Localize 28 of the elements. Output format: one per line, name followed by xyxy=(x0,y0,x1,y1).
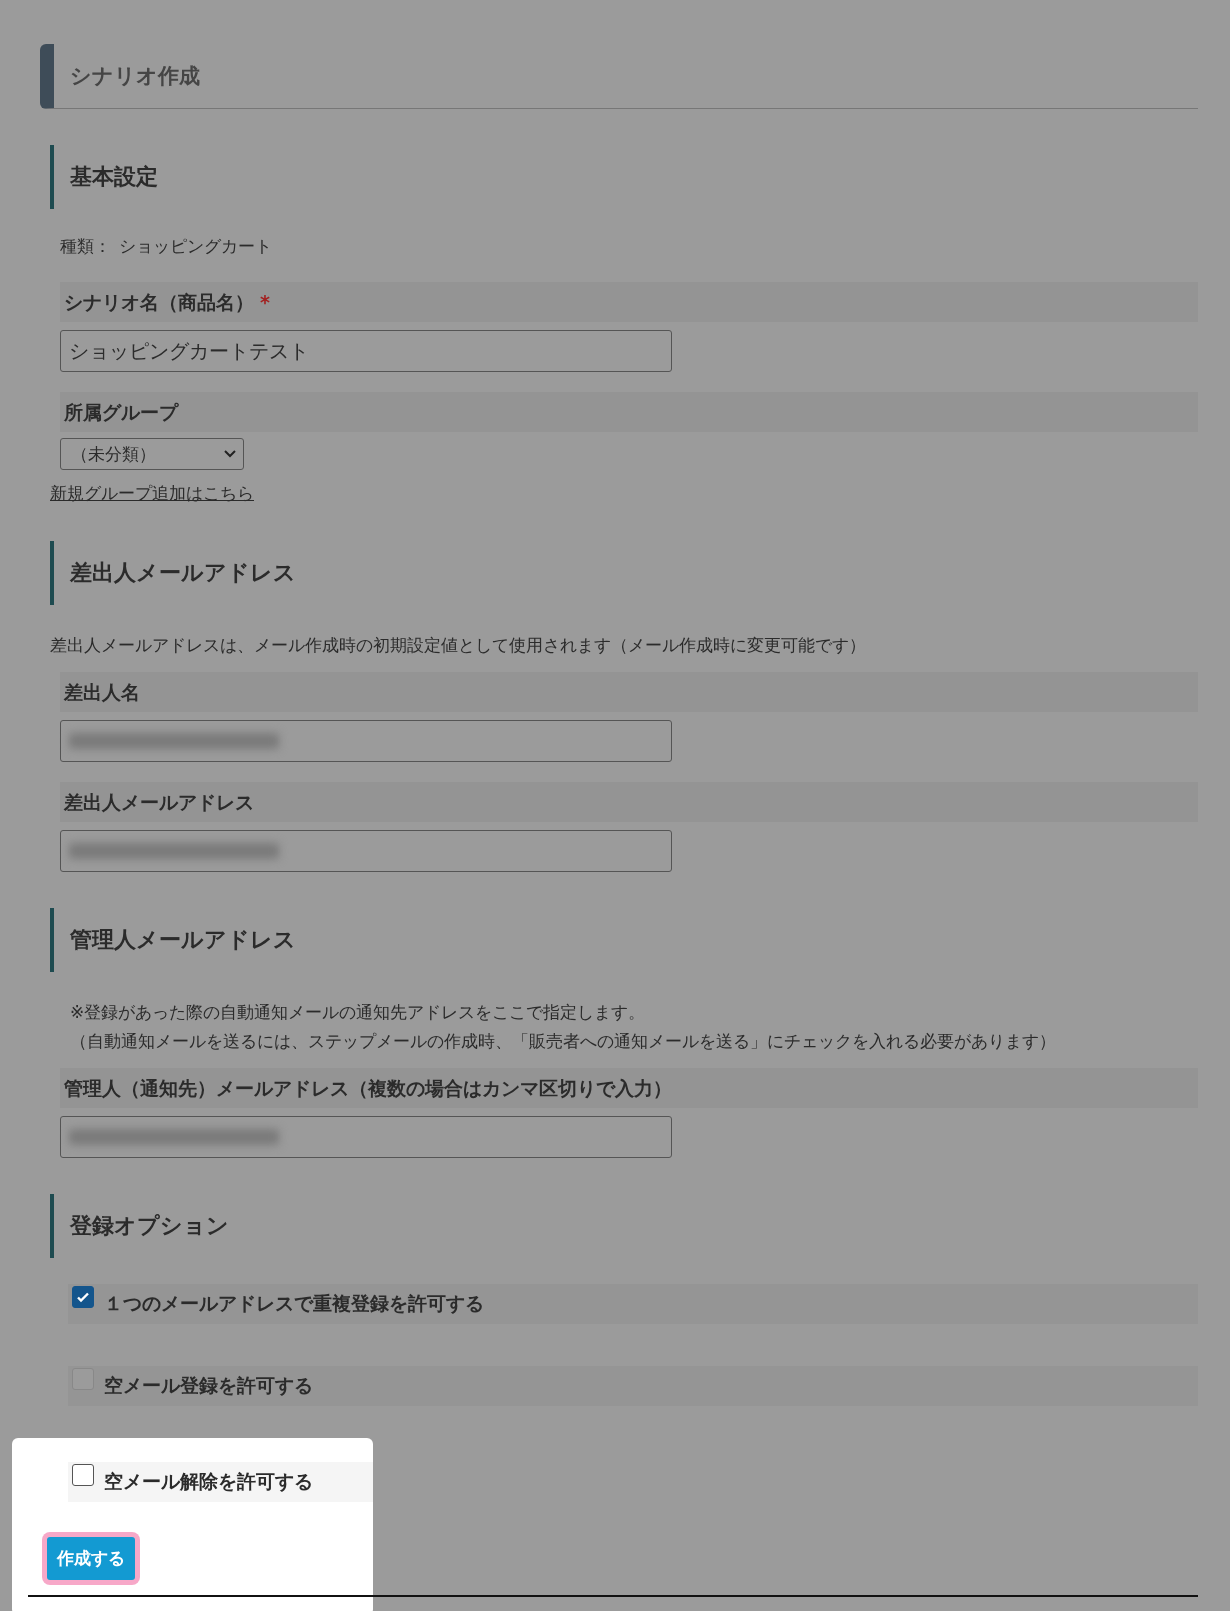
field-label: シナリオ名（商品名） * xyxy=(60,282,1198,322)
field-label: 所属グループ xyxy=(60,392,1198,432)
input-field[interactable] xyxy=(60,830,672,872)
description-text: ※登録があった際の自動通知メールの通知先アドレスをここで指定します。 （自動通知メールを送るには、ステップメールの作成時、「販売者への通知メールを送る」にチェックを入れる必要があります） xyxy=(70,1001,1057,1053)
checkbox-label: １つのメールアドレスで重複登録を許可する xyxy=(104,1291,484,1316)
checkbox[interactable] xyxy=(72,1464,94,1486)
checkbox[interactable] xyxy=(72,1286,94,1308)
input-field[interactable] xyxy=(60,1116,672,1158)
checkbox-label: 空メール解除を許可する xyxy=(104,1469,313,1494)
info-label: 種類： xyxy=(60,235,111,258)
add-group-link[interactable]: 新規グループ追加はこちら xyxy=(50,482,254,505)
group-select[interactable]: （未分類） xyxy=(60,438,244,470)
field-label: 差出人名 xyxy=(60,672,1198,712)
field-label: 差出人メールアドレス xyxy=(60,782,1198,822)
section-heading: 管理人メールアドレス xyxy=(50,908,1198,972)
required-mark: * xyxy=(260,291,270,313)
section-heading: 登録オプション xyxy=(50,1194,1198,1258)
field-label: 管理人（通知先）メールアドレス（複数の場合はカンマ区切りで入力） xyxy=(60,1068,1198,1108)
info-value: ショッピングカート xyxy=(119,235,272,258)
checkbox-label: 空メール登録を許可する xyxy=(104,1373,313,1398)
description-text: 差出人メールアドレスは、メール作成時の初期設定値として使用されます（メール作成時に変更可能です） xyxy=(50,634,867,657)
page-title: シナリオ作成 xyxy=(40,44,1198,109)
section-heading: 差出人メールアドレス xyxy=(50,541,1198,605)
section-heading: 基本設定 xyxy=(50,145,1198,209)
input-field[interactable]: ショッピングカートテスト xyxy=(60,330,672,372)
chevron-down-icon xyxy=(223,449,237,459)
create-button[interactable]: 作成する xyxy=(47,1537,135,1580)
input-field[interactable] xyxy=(60,720,672,762)
